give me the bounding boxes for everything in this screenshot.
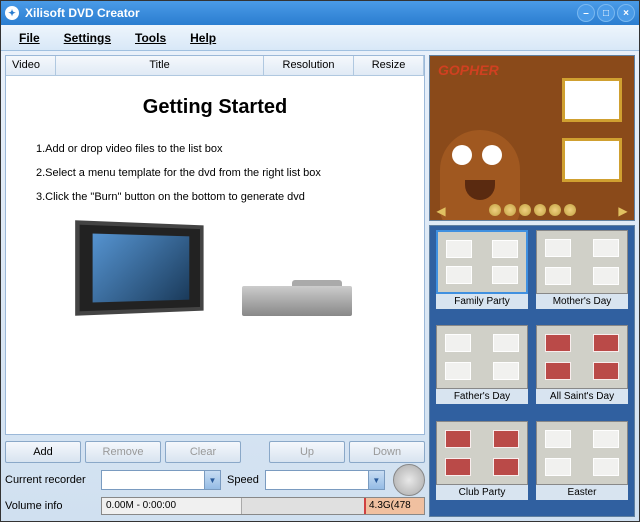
list-header: Video Title Resolution Resize (6, 56, 424, 76)
menu-settings[interactable]: Settings (52, 27, 123, 49)
preview-slot-2 (562, 138, 622, 182)
menu-help[interactable]: Help (178, 27, 228, 49)
recorder-row: Current recorder ▼ Speed ▼ (5, 469, 425, 491)
close-button[interactable]: × (617, 4, 635, 22)
video-list[interactable]: Video Title Resolution Resize Getting St… (5, 55, 425, 435)
template-preview: GOPHER ◀ ▶ (429, 55, 635, 221)
illustration (36, 223, 394, 316)
menu-file[interactable]: File (7, 27, 52, 49)
recorder-label: Current recorder (5, 474, 95, 486)
chevron-down-icon: ▼ (368, 471, 384, 489)
window-title: Xilisoft DVD Creator (25, 6, 140, 20)
template-thumb[interactable] (536, 421, 628, 485)
template-item[interactable]: Mother's Day (534, 230, 630, 321)
template-item[interactable]: All Saint's Day (534, 325, 630, 416)
speed-select[interactable]: ▼ (265, 470, 385, 490)
template-item[interactable]: Easter (534, 421, 630, 512)
col-video[interactable]: Video (6, 56, 56, 75)
action-buttons: Add Remove Clear Up Down (5, 439, 425, 465)
titlebar: ✦ Xilisoft DVD Creator – □ × (1, 1, 639, 25)
col-title[interactable]: Title (56, 56, 264, 75)
volume-used: 0.00M - 0:00:00 (102, 498, 242, 514)
step-3: 3.Click the "Burn" button on the bottom … (36, 191, 394, 203)
app-window: ✦ Xilisoft DVD Creator – □ × File Settin… (0, 0, 640, 522)
up-button[interactable]: Up (269, 441, 345, 463)
preview-controls (430, 204, 634, 216)
preview-brand: GOPHER (438, 62, 499, 78)
template-thumb[interactable] (536, 325, 628, 389)
dvd-player-icon (242, 286, 352, 316)
volume-bar: 0.00M - 0:00:00 4.3G(478 (101, 497, 425, 515)
left-pane: Video Title Resolution Resize Getting St… (5, 55, 425, 517)
col-resize[interactable]: Resize (354, 56, 424, 75)
speed-label: Speed (227, 474, 259, 486)
chevron-down-icon: ▼ (204, 471, 220, 489)
control-dot[interactable] (534, 204, 546, 216)
step-1: 1.Add or drop video files to the list bo… (36, 143, 394, 155)
template-label: Club Party (436, 485, 528, 500)
right-pane: GOPHER ◀ ▶ Family Party Mother's Day Fathe… (429, 55, 635, 517)
volume-label: Volume info (5, 500, 95, 512)
preview-slot-1 (562, 78, 622, 122)
template-label: Easter (536, 485, 628, 500)
control-dot[interactable] (504, 204, 516, 216)
volume-capacity: 4.3G(478 (364, 498, 424, 514)
template-thumb[interactable] (436, 230, 528, 294)
tv-icon (76, 220, 204, 315)
template-thumb[interactable] (436, 421, 528, 485)
control-dot[interactable] (564, 204, 576, 216)
template-item[interactable]: Family Party (434, 230, 530, 321)
template-list[interactable]: Family Party Mother's Day Father's Day All … (429, 225, 635, 517)
step-2: 2.Select a menu template for the dvd fro… (36, 167, 394, 179)
control-dot[interactable] (519, 204, 531, 216)
list-body: Getting Started 1.Add or drop video file… (6, 76, 424, 434)
template-label: Father's Day (436, 389, 528, 404)
template-label: Family Party (436, 294, 528, 309)
control-dot[interactable] (549, 204, 561, 216)
app-logo-icon: ✦ (5, 6, 19, 20)
template-thumb[interactable] (436, 325, 528, 389)
volume-row: Volume info 0.00M - 0:00:00 4.3G(478 (5, 495, 425, 517)
control-dot[interactable] (489, 204, 501, 216)
clear-button[interactable]: Clear (165, 441, 241, 463)
menu-tools[interactable]: Tools (123, 27, 178, 49)
col-resolution[interactable]: Resolution (264, 56, 354, 75)
menubar: File Settings Tools Help (1, 25, 639, 51)
minimize-button[interactable]: – (577, 4, 595, 22)
down-button[interactable]: Down (349, 441, 425, 463)
template-item[interactable]: Father's Day (434, 325, 530, 416)
maximize-button[interactable]: □ (597, 4, 615, 22)
template-thumb[interactable] (536, 230, 628, 294)
add-button[interactable]: Add (5, 441, 81, 463)
template-label: All Saint's Day (536, 389, 628, 404)
recorder-select[interactable]: ▼ (101, 470, 221, 490)
burn-button[interactable] (393, 464, 425, 496)
getting-started-heading: Getting Started (36, 96, 394, 119)
template-item[interactable]: Club Party (434, 421, 530, 512)
remove-button[interactable]: Remove (85, 441, 161, 463)
template-label: Mother's Day (536, 294, 628, 309)
